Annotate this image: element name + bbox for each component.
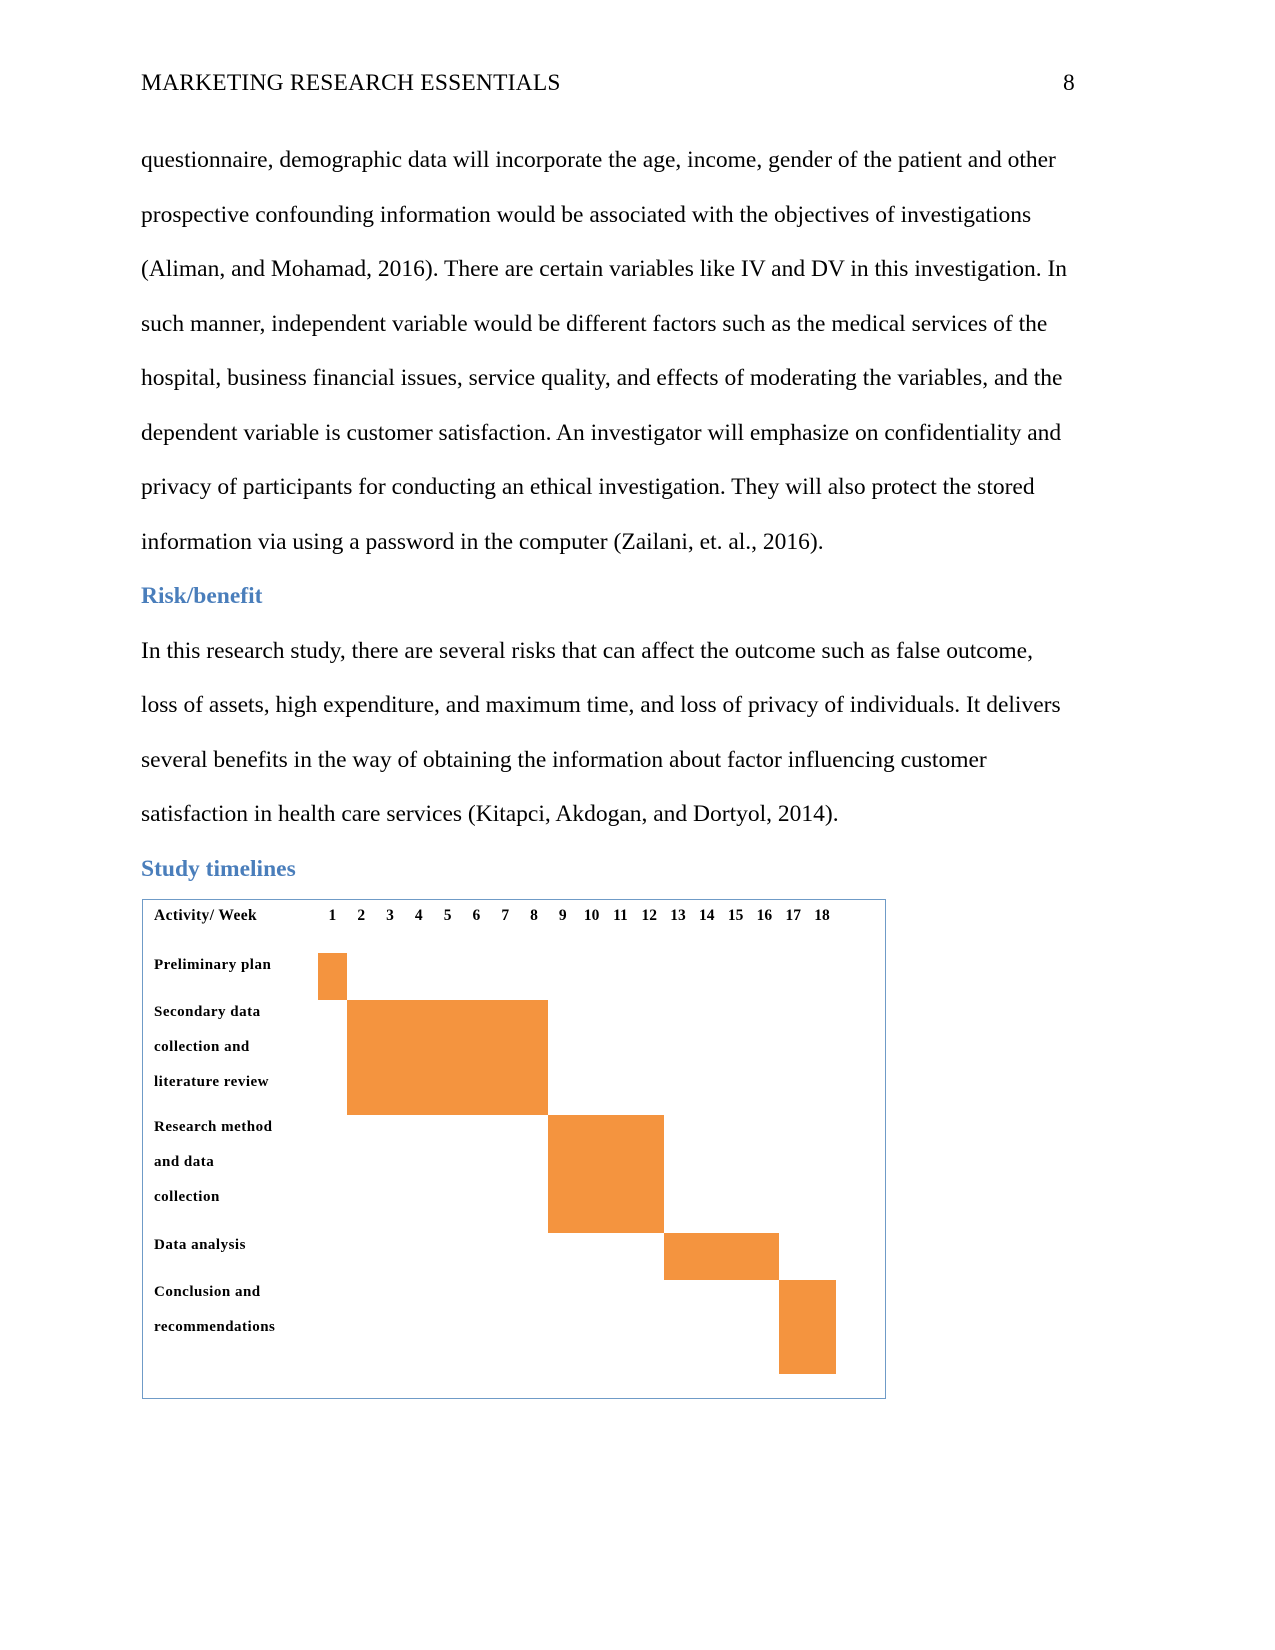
gantt-activity-label: Research method and data collection bbox=[154, 1119, 273, 1205]
heading-study-timelines: Study timelines bbox=[141, 855, 296, 882]
gantt-week-header-16: 16 bbox=[756, 907, 773, 924]
gantt-axis-title: Activity/ Week bbox=[154, 907, 258, 924]
heading-risk-benefit: Risk/benefit bbox=[141, 583, 263, 609]
gantt-week-header-15: 15 bbox=[727, 907, 744, 924]
gantt-week-header-18: 18 bbox=[814, 907, 830, 924]
gantt-bar bbox=[548, 1115, 664, 1233]
gantt-week-header-7: 7 bbox=[501, 907, 510, 924]
gantt-week-header-14: 14 bbox=[699, 907, 715, 924]
gantt-week-header-5: 5 bbox=[443, 907, 452, 924]
running-header: MARKETING RESEARCH ESSENTIALS 8 bbox=[141, 70, 1075, 97]
gantt-activity-label: Secondary data collection and literature r… bbox=[154, 1004, 269, 1090]
gantt-week-header-4: 4 bbox=[414, 907, 423, 924]
gantt-activity-label: Preliminary plan bbox=[154, 957, 272, 973]
gantt-bar bbox=[663, 1233, 779, 1280]
gantt-activity-label: Data analysis bbox=[154, 1237, 246, 1253]
running-head-title: MARKETING RESEARCH ESSENTIALS bbox=[141, 70, 561, 96]
gantt-bar bbox=[318, 953, 347, 1000]
gantt-activity-label: Conclusion and recommendations bbox=[154, 1284, 276, 1335]
gantt-week-header-9: 9 bbox=[558, 907, 567, 924]
gantt-week-header-13: 13 bbox=[670, 907, 686, 924]
gantt-week-header-11: 11 bbox=[613, 907, 628, 924]
gantt-week-header-3: 3 bbox=[386, 907, 394, 924]
gantt-bar bbox=[778, 1280, 837, 1374]
document-body: questionnaire, demographic data will inc… bbox=[141, 133, 1075, 896]
gantt-week-header-6: 6 bbox=[472, 907, 481, 924]
gantt-week-header-1: 1 bbox=[328, 907, 337, 924]
gantt-week-header-17: 17 bbox=[785, 907, 801, 924]
page-number: 8 bbox=[1063, 70, 1075, 96]
gantt-week-header-8: 8 bbox=[530, 907, 538, 924]
paragraph-risk-benefit: In this research study, there are severa… bbox=[141, 637, 1061, 828]
document-page: MARKETING RESEARCH ESSENTIALS 8 question… bbox=[0, 0, 1275, 1650]
gantt-plot-area: Activity/ Week 1 2 3 4 5 6 7 8 9 10 11 12 13 14 15 16 17… bbox=[143, 900, 885, 1398]
gantt-week-header-2: 2 bbox=[357, 907, 366, 924]
paragraph-methodology: questionnaire, demographic data will inc… bbox=[141, 147, 1068, 555]
gantt-week-header-10: 10 bbox=[583, 907, 600, 924]
study-timelines-gantt-chart: Activity/ Week 1 2 3 4 5 6 7 8 9 10 11 12 13 14 15 16 17… bbox=[142, 899, 886, 1399]
gantt-bar bbox=[346, 1000, 549, 1115]
gantt-week-header-12: 12 bbox=[641, 907, 657, 924]
